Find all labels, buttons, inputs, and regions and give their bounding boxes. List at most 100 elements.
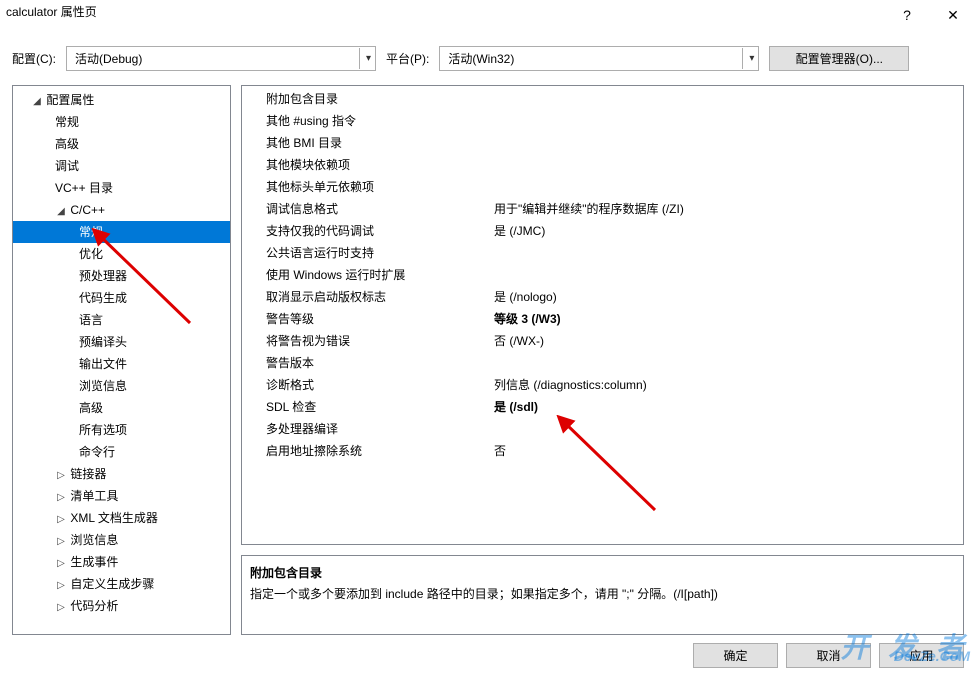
tree-item-label: 生成事件 — [70, 555, 118, 569]
property-value[interactable] — [494, 154, 963, 176]
property-row[interactable]: 诊断格式列信息 (/diagnostics:column) — [242, 374, 963, 396]
property-row[interactable]: 使用 Windows 运行时扩展 — [242, 264, 963, 286]
tree-item[interactable]: ▷ 清单工具 — [13, 485, 230, 507]
tree-item[interactable]: 优化 — [13, 243, 230, 265]
property-row[interactable]: 其他模块依赖项 — [242, 154, 963, 176]
tree-item-label: 代码生成 — [79, 291, 127, 305]
property-value[interactable] — [494, 176, 963, 198]
property-value[interactable]: 是 (/nologo) — [494, 286, 963, 308]
property-value[interactable]: 否 (/WX-) — [494, 330, 963, 352]
tree-item[interactable]: 命令行 — [13, 441, 230, 463]
property-value[interactable]: 等级 3 (/W3) — [494, 308, 963, 330]
tree-item[interactable]: 输出文件 — [13, 353, 230, 375]
tree-twisty-icon[interactable]: ▷ — [55, 553, 67, 575]
property-row[interactable]: 调试信息格式用于"编辑并继续"的程序数据库 (/ZI) — [242, 198, 963, 220]
tree-item[interactable]: 高级 — [13, 133, 230, 155]
property-value[interactable] — [494, 110, 963, 132]
tree-item-label: 常规 — [55, 115, 79, 129]
property-row[interactable]: 启用地址擦除系统否 — [242, 440, 963, 462]
property-name: 其他标头单元依赖项 — [242, 176, 494, 198]
tree-item[interactable]: 高级 — [13, 397, 230, 419]
tree-item[interactable]: ▷ 链接器 — [13, 463, 230, 485]
property-name: 警告版本 — [242, 352, 494, 374]
property-name: 取消显示启动版权标志 — [242, 286, 494, 308]
config-value: 活动(Debug) — [75, 50, 142, 67]
tree-item[interactable]: 浏览信息 — [13, 375, 230, 397]
property-value[interactable] — [494, 418, 963, 440]
tree-item[interactable]: ▷ XML 文档生成器 — [13, 507, 230, 529]
main-panel: 附加包含目录其他 #using 指令其他 BMI 目录其他模块依赖项其他标头单元… — [241, 85, 964, 635]
tree-item[interactable]: 调试 — [13, 155, 230, 177]
tree-item[interactable]: 常规 — [13, 111, 230, 133]
tree-twisty-icon[interactable]: ▷ — [55, 487, 67, 509]
tree-item[interactable]: 语言 — [13, 309, 230, 331]
tree-item-label: C/C++ — [70, 203, 105, 217]
property-row[interactable]: 警告等级等级 3 (/W3) — [242, 308, 963, 330]
config-manager-button[interactable]: 配置管理器(O)... — [769, 46, 909, 71]
property-row[interactable]: 其他 BMI 目录 — [242, 132, 963, 154]
property-row[interactable]: 警告版本 — [242, 352, 963, 374]
tree-item[interactable]: ▷ 浏览信息 — [13, 529, 230, 551]
tree-item-label: 代码分析 — [70, 599, 118, 613]
property-value[interactable]: 是 (/sdl) — [494, 396, 963, 418]
property-value[interactable] — [494, 242, 963, 264]
property-row[interactable]: 支持仅我的代码调试是 (/JMC) — [242, 220, 963, 242]
nav-tree[interactable]: ◢ 配置属性常规高级调试VC++ 目录◢ C/C++常规优化预处理器代码生成语言… — [12, 85, 231, 635]
tree-item[interactable]: ◢ 配置属性 — [13, 89, 230, 111]
property-value[interactable] — [494, 264, 963, 286]
property-row[interactable]: 多处理器编译 — [242, 418, 963, 440]
tree-twisty-icon[interactable]: ▷ — [55, 509, 67, 531]
tree-twisty-icon[interactable]: ▷ — [55, 531, 67, 553]
help-icon[interactable]: ? — [884, 0, 930, 30]
tree-item-label: 常规 — [79, 225, 103, 239]
description-heading: 附加包含目录 — [250, 564, 955, 581]
property-value[interactable] — [494, 352, 963, 374]
tree-item[interactable]: VC++ 目录 — [13, 177, 230, 199]
property-value[interactable]: 用于"编辑并继续"的程序数据库 (/ZI) — [494, 198, 963, 220]
property-value[interactable]: 是 (/JMC) — [494, 220, 963, 242]
tree-twisty-icon[interactable]: ▷ — [55, 597, 67, 619]
cancel-button[interactable]: 取消 — [786, 643, 871, 668]
tree-twisty-icon[interactable]: ◢ — [31, 91, 43, 113]
apply-button[interactable]: 应用 — [879, 643, 964, 668]
tree-item[interactable]: 预处理器 — [13, 265, 230, 287]
property-row[interactable]: 将警告视为错误否 (/WX-) — [242, 330, 963, 352]
property-row[interactable]: 其他 #using 指令 — [242, 110, 963, 132]
tree-twisty-icon[interactable]: ▷ — [55, 465, 67, 487]
property-name: SDL 检查 — [242, 396, 494, 418]
property-name: 附加包含目录 — [242, 88, 494, 110]
property-value[interactable]: 否 — [494, 440, 963, 462]
close-icon[interactable]: ✕ — [930, 0, 976, 30]
tree-item[interactable]: ◢ C/C++ — [13, 199, 230, 221]
tree-item[interactable]: 常规 — [13, 221, 230, 243]
chevron-down-icon: ▾ — [359, 48, 371, 69]
tree-item[interactable]: 代码生成 — [13, 287, 230, 309]
titlebar: calculator 属性页 ? ✕ — [0, 0, 976, 30]
tree-item[interactable]: 所有选项 — [13, 419, 230, 441]
chevron-down-icon: ▾ — [742, 48, 754, 69]
tree-item[interactable]: 预编译头 — [13, 331, 230, 353]
tree-twisty-icon[interactable]: ◢ — [55, 201, 67, 223]
property-name: 其他 #using 指令 — [242, 110, 494, 132]
tree-item-label: 输出文件 — [79, 357, 127, 371]
tree-item[interactable]: ▷ 自定义生成步骤 — [13, 573, 230, 595]
config-combobox[interactable]: 活动(Debug) ▾ — [66, 46, 376, 71]
tree-item[interactable]: ▷ 生成事件 — [13, 551, 230, 573]
property-value[interactable]: 列信息 (/diagnostics:column) — [494, 374, 963, 396]
property-grid[interactable]: 附加包含目录其他 #using 指令其他 BMI 目录其他模块依赖项其他标头单元… — [241, 85, 964, 545]
property-row[interactable]: 公共语言运行时支持 — [242, 242, 963, 264]
property-row[interactable]: 其他标头单元依赖项 — [242, 176, 963, 198]
ok-button[interactable]: 确定 — [693, 643, 778, 668]
tree-item[interactable]: ▷ 代码分析 — [13, 595, 230, 617]
property-value[interactable] — [494, 88, 963, 110]
property-row[interactable]: 附加包含目录 — [242, 88, 963, 110]
property-row[interactable]: SDL 检查是 (/sdl) — [242, 396, 963, 418]
platform-combobox[interactable]: 活动(Win32) ▾ — [439, 46, 759, 71]
dialog-footer: 确定 取消 应用 — [0, 635, 976, 676]
tree-item-label: 语言 — [79, 313, 103, 327]
tree-item-label: 自定义生成步骤 — [70, 577, 154, 591]
property-value[interactable] — [494, 132, 963, 154]
tree-item-label: 高级 — [79, 401, 103, 415]
property-row[interactable]: 取消显示启动版权标志是 (/nologo) — [242, 286, 963, 308]
tree-twisty-icon[interactable]: ▷ — [55, 575, 67, 597]
